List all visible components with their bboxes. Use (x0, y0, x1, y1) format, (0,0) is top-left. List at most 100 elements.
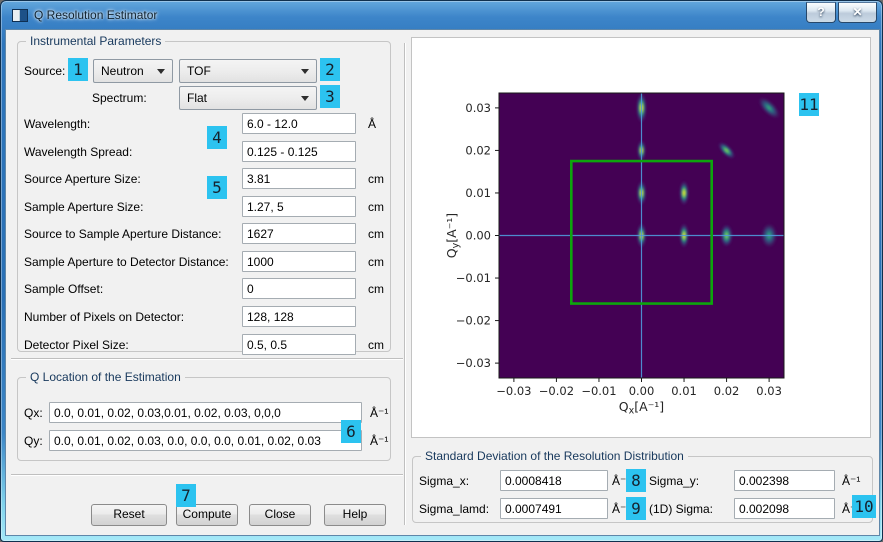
annotation-badge-11: 11 (799, 93, 819, 116)
svg-text:0.03: 0.03 (756, 384, 782, 398)
svg-text:0.01: 0.01 (671, 384, 697, 398)
qy-input[interactable] (49, 430, 362, 451)
chevron-down-icon (301, 69, 309, 74)
source-type-combobox-value: TOF (187, 64, 211, 78)
detector-pixels-label: Number of Pixels on Detector: (24, 310, 184, 324)
chevron-down-icon (157, 69, 165, 74)
svg-text:0.02: 0.02 (465, 143, 491, 157)
sigma-lamd-input[interactable] (500, 498, 608, 519)
qx-label: Qx: (24, 406, 43, 420)
sample-offset-input[interactable] (242, 278, 356, 299)
annotation-badge-3: 3 (320, 85, 340, 108)
wavelength-spread-label: Wavelength Spread: (24, 145, 132, 159)
sigma-lamd-label: Sigma_lamd: (419, 502, 489, 516)
svg-text:−0.01: −0.01 (456, 271, 491, 285)
field-row: Source Aperture Size: cm (18, 168, 390, 192)
source-to-sample-distance-input[interactable] (242, 223, 356, 244)
field-row: Detector Pixel Size: cm (18, 334, 390, 358)
qy-unit: Å⁻¹ (370, 434, 388, 448)
titlebar-close-button[interactable]: ✕ (838, 2, 877, 23)
close-button[interactable]: Close (249, 504, 311, 526)
sample-aperture-size-label: Sample Aperture Size: (24, 200, 143, 214)
sample-to-detector-distance-label: Sample Aperture to Detector Distance: (24, 255, 229, 269)
qy-label: Qy: (24, 434, 43, 448)
sample-offset-label: Sample Offset: (24, 282, 103, 296)
source-to-sample-distance-label: Source to Sample Aperture Distance: (24, 227, 221, 241)
field-row: Wavelength Spread: (18, 141, 390, 165)
sample-aperture-size-unit: cm (368, 200, 384, 214)
instrumental-parameters-title: Instrumental Parameters (26, 34, 165, 48)
q-location-group: Q Location of the Estimation Qx: Å⁻¹ Qy:… (17, 377, 391, 461)
svg-text:Qx[A⁻¹]: Qx[A⁻¹] (619, 399, 664, 417)
horizontal-separator (11, 474, 403, 476)
qx-unit: Å⁻¹ (370, 406, 388, 420)
detector-pixel-size-label: Detector Pixel Size: (24, 338, 129, 352)
q-location-title: Q Location of the Estimation (26, 370, 185, 384)
svg-text:−0.02: −0.02 (456, 314, 491, 328)
svg-text:0.00: 0.00 (629, 384, 655, 398)
source-combobox-value: Neutron (101, 64, 144, 78)
sigma-x-label: Sigma_x: (419, 474, 469, 488)
titlebar[interactable]: Q Resolution Estimator ? ✕ (1, 1, 882, 29)
source-type-combobox[interactable]: TOF (179, 59, 317, 83)
wavelength-input[interactable] (242, 113, 356, 134)
wavelength-label: Wavelength: (24, 117, 90, 131)
field-row: Source to Sample Aperture Distance: cm (18, 223, 390, 247)
sigma-1d-label: (1D) Sigma: (649, 502, 713, 516)
sigma-y-input[interactable] (734, 470, 835, 491)
svg-text:0.00: 0.00 (465, 229, 491, 243)
field-row: Sample Offset: cm (18, 278, 390, 302)
sigma-1d-input[interactable] (734, 498, 835, 519)
sample-to-detector-distance-unit: cm (368, 255, 384, 269)
annotation-badge-7: 7 (176, 484, 196, 507)
svg-text:−0.03: −0.03 (456, 356, 491, 370)
svg-text:−0.02: −0.02 (539, 384, 574, 398)
svg-text:−0.01: −0.01 (581, 384, 616, 398)
wavelength-spread-input[interactable] (242, 141, 356, 162)
sigma-y-label: Sigma_y: (649, 474, 699, 488)
source-aperture-size-unit: cm (368, 172, 384, 186)
sample-aperture-size-input[interactable] (242, 196, 356, 217)
compute-button[interactable]: Compute (176, 504, 238, 526)
qx-input[interactable] (49, 402, 362, 423)
sigma-x-input[interactable] (500, 470, 608, 491)
sample-to-detector-distance-input[interactable] (242, 251, 356, 272)
titlebar-help-button[interactable]: ? (806, 2, 836, 23)
svg-text:Qy[A⁻¹]: Qy[A⁻¹] (444, 213, 462, 258)
svg-text:0.02: 0.02 (714, 384, 740, 398)
field-row: Wavelength: Å (18, 113, 390, 137)
annotation-badge-1: 1 (68, 58, 88, 81)
svg-text:0.03: 0.03 (465, 101, 491, 115)
dialog-window: Q Resolution Estimator ? ✕ Instrumental … (0, 0, 883, 542)
chevron-down-icon (301, 96, 309, 101)
source-aperture-size-input[interactable] (242, 168, 356, 189)
help-button[interactable]: Help (324, 504, 386, 526)
source-to-sample-distance-unit: cm (368, 227, 384, 241)
source-aperture-size-label: Source Aperture Size: (24, 172, 141, 186)
svg-text:−0.03: −0.03 (496, 384, 531, 398)
window-title: Q Resolution Estimator (34, 8, 157, 22)
spectrum-combobox[interactable]: Flat (179, 86, 317, 110)
detector-pixels-input[interactable] (242, 306, 356, 327)
annotation-badge-6: 6 (341, 420, 361, 443)
annotation-badge-8: 8 (626, 469, 646, 492)
sigma-group-title: Standard Deviation of the Resolution Dis… (421, 449, 688, 463)
source-combobox[interactable]: Neutron (93, 59, 173, 83)
detector-pixel-size-unit: cm (368, 338, 384, 352)
reset-button[interactable]: Reset (91, 504, 167, 526)
annotation-badge-4: 4 (207, 126, 227, 149)
svg-text:0.01: 0.01 (465, 186, 491, 200)
wavelength-unit: Å (368, 117, 376, 131)
annotation-badge-5: 5 (207, 176, 227, 199)
annotation-badge-9: 9 (626, 497, 646, 520)
field-row: Sample Aperture to Detector Distance: cm (18, 251, 390, 275)
field-row: Number of Pixels on Detector: (18, 306, 390, 330)
app-icon (12, 9, 28, 22)
detector-pixel-size-input[interactable] (242, 334, 356, 355)
annotation-badge-2: 2 (320, 58, 340, 81)
horizontal-separator (11, 358, 403, 360)
sample-offset-unit: cm (368, 282, 384, 296)
spectrum-label: Spectrum: (92, 91, 147, 105)
field-row: Sample Aperture Size: cm (18, 196, 390, 220)
vertical-separator (404, 43, 406, 525)
